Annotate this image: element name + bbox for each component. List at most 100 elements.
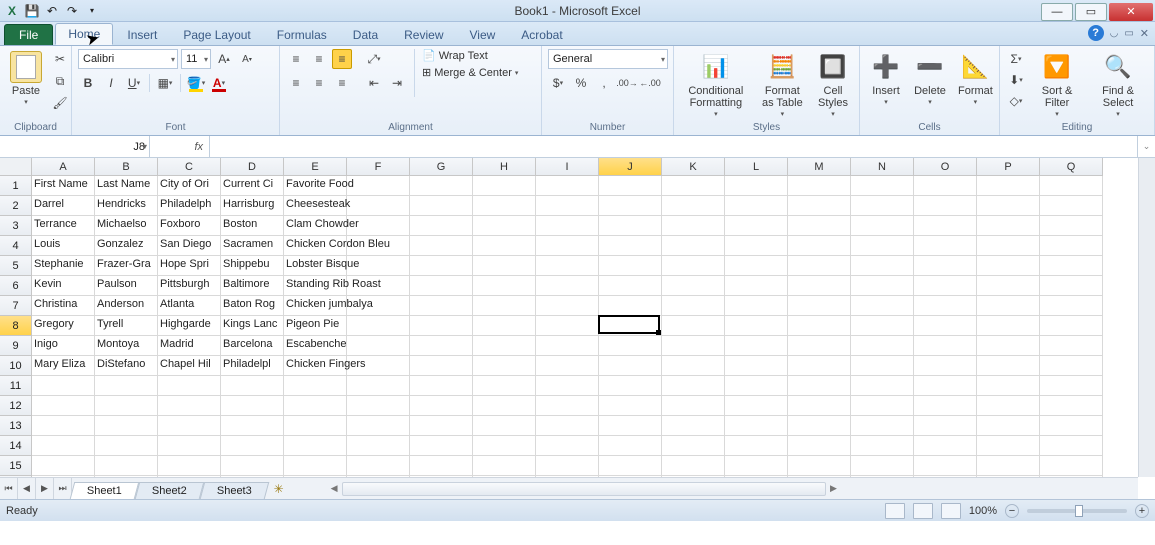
cell-A5[interactable]: Stephanie (32, 256, 95, 276)
cell-C6[interactable]: Pittsburgh (158, 276, 221, 296)
cell-K5[interactable] (662, 256, 725, 276)
cell-E12[interactable] (284, 396, 347, 416)
cell-D3[interactable]: Boston (221, 216, 284, 236)
col-header-I[interactable]: I (536, 158, 599, 176)
cell-C7[interactable]: Atlanta (158, 296, 221, 316)
number-format-select[interactable]: General▾ (548, 49, 668, 69)
cell-B10[interactable]: DiStefano (95, 356, 158, 376)
cell-I6[interactable] (536, 276, 599, 296)
minimize-ribbon-icon[interactable]: ◡ (1110, 28, 1119, 39)
font-color-icon[interactable]: A▾ (209, 73, 229, 93)
cell-G5[interactable] (410, 256, 473, 276)
cell-E13[interactable] (284, 416, 347, 436)
cell-J12[interactable] (599, 396, 662, 416)
sheet-tab-sheet2[interactable]: Sheet2 (135, 482, 204, 499)
cell-I4[interactable] (536, 236, 599, 256)
cell-J13[interactable] (599, 416, 662, 436)
cell-Q2[interactable] (1040, 196, 1103, 216)
cell-A9[interactable]: Inigo (32, 336, 95, 356)
page-layout-view-icon[interactable] (913, 503, 933, 519)
cell-O4[interactable] (914, 236, 977, 256)
font-name-select[interactable]: Calibri▾ (78, 49, 178, 69)
cell-D11[interactable] (221, 376, 284, 396)
cell-H14[interactable] (473, 436, 536, 456)
cell-F2[interactable] (347, 196, 410, 216)
cell-styles-button[interactable]: 🔲Cell Styles▾ (813, 49, 853, 121)
cell-F1[interactable] (347, 176, 410, 196)
cell-I12[interactable] (536, 396, 599, 416)
conditional-formatting-button[interactable]: 📊Conditional Formatting▾ (680, 49, 752, 121)
cell-Q6[interactable] (1040, 276, 1103, 296)
bold-icon[interactable]: B (78, 73, 98, 93)
name-box[interactable]: J8▾ (0, 136, 150, 157)
find-select-button[interactable]: 🔍Find & Select▾ (1088, 49, 1148, 121)
help-icon[interactable]: ? (1088, 25, 1104, 41)
cell-L1[interactable] (725, 176, 788, 196)
cell-P1[interactable] (977, 176, 1040, 196)
col-header-P[interactable]: P (977, 158, 1040, 176)
new-sheet-icon[interactable]: ✳ (267, 478, 291, 499)
cell-M3[interactable] (788, 216, 851, 236)
cell-J2[interactable] (599, 196, 662, 216)
cell-L10[interactable] (725, 356, 788, 376)
cell-I3[interactable] (536, 216, 599, 236)
currency-icon[interactable]: $▾ (548, 73, 568, 93)
cell-P10[interactable] (977, 356, 1040, 376)
cell-D14[interactable] (221, 436, 284, 456)
formula-input[interactable] (210, 136, 1137, 157)
col-header-O[interactable]: O (914, 158, 977, 176)
cell-B9[interactable]: Montoya (95, 336, 158, 356)
merge-center-button[interactable]: ⊞Merge & Center ▾ (422, 66, 518, 79)
cell-H12[interactable] (473, 396, 536, 416)
cell-N2[interactable] (851, 196, 914, 216)
col-header-E[interactable]: E (284, 158, 347, 176)
row-header-7[interactable]: 7 (0, 296, 32, 316)
row-header-15[interactable]: 15 (0, 456, 32, 476)
cell-G9[interactable] (410, 336, 473, 356)
cell-G11[interactable] (410, 376, 473, 396)
cell-K6[interactable] (662, 276, 725, 296)
cell-D8[interactable]: Kings Lanc (221, 316, 284, 336)
cell-G3[interactable] (410, 216, 473, 236)
cell-D13[interactable] (221, 416, 284, 436)
cell-E10[interactable]: Chicken Fingers (284, 356, 347, 376)
cell-J4[interactable] (599, 236, 662, 256)
cell-O3[interactable] (914, 216, 977, 236)
align-top-icon[interactable]: ≡ (286, 49, 306, 69)
cell-H5[interactable] (473, 256, 536, 276)
cut-icon[interactable]: ✂ (50, 49, 70, 69)
cell-F9[interactable] (347, 336, 410, 356)
row-header-10[interactable]: 10 (0, 356, 32, 376)
cell-D9[interactable]: Barcelona (221, 336, 284, 356)
cell-A4[interactable]: Louis (32, 236, 95, 256)
cell-J11[interactable] (599, 376, 662, 396)
cell-O11[interactable] (914, 376, 977, 396)
cell-B15[interactable] (95, 456, 158, 476)
tab-page-layout[interactable]: Page Layout (171, 25, 262, 45)
cell-E1[interactable]: Favorite Food (284, 176, 347, 196)
cell-F11[interactable] (347, 376, 410, 396)
cell-M4[interactable] (788, 236, 851, 256)
cell-N5[interactable] (851, 256, 914, 276)
cell-Q12[interactable] (1040, 396, 1103, 416)
grow-font-icon[interactable]: A▴ (214, 49, 234, 69)
cell-I15[interactable] (536, 456, 599, 476)
cell-K11[interactable] (662, 376, 725, 396)
cell-K15[interactable] (662, 456, 725, 476)
cell-L3[interactable] (725, 216, 788, 236)
tab-insert[interactable]: Insert (115, 25, 169, 45)
cell-P13[interactable] (977, 416, 1040, 436)
cell-G14[interactable] (410, 436, 473, 456)
cell-L7[interactable] (725, 296, 788, 316)
cell-E7[interactable]: Chicken jumbalya (284, 296, 347, 316)
cell-B13[interactable] (95, 416, 158, 436)
cell-Q11[interactable] (1040, 376, 1103, 396)
cell-A2[interactable]: Darrel (32, 196, 95, 216)
cell-K8[interactable] (662, 316, 725, 336)
col-header-B[interactable]: B (95, 158, 158, 176)
cell-A1[interactable]: First Name (32, 176, 95, 196)
cell-E2[interactable]: Cheesesteak (284, 196, 347, 216)
cell-N13[interactable] (851, 416, 914, 436)
col-header-L[interactable]: L (725, 158, 788, 176)
cell-H4[interactable] (473, 236, 536, 256)
